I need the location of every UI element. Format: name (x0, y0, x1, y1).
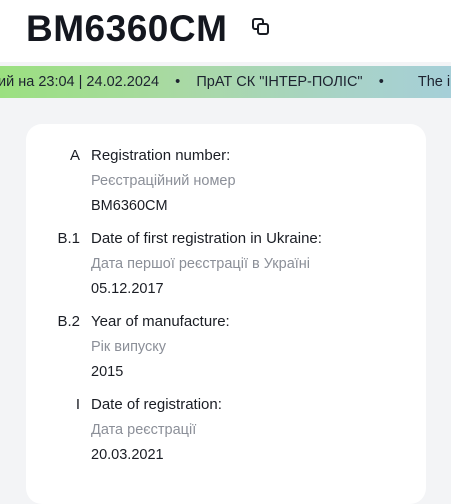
field-value: 2015 (91, 364, 124, 380)
ticker-item: The in (417, 74, 451, 90)
field-subtitle: Дата першої реєстрації в Україні (91, 256, 311, 272)
ticker-item: ий на 23:04 | 24.02.2024 (0, 74, 160, 90)
header: BM6360CM (0, 0, 451, 62)
registration-details-card: A Registration number: Реєстраційний ном… (26, 124, 426, 504)
field-title: Registration number: (91, 147, 231, 164)
ticker-track: ий на 23:04 | 24.02.2024 • ПрАТ СК "ІНТЕ… (0, 66, 451, 98)
field-subtitle: Реєстраційний номер (91, 173, 236, 189)
field-code: B.2 (57, 313, 80, 330)
field-subtitle: Рік випуску (91, 339, 167, 355)
field-code: B.1 (57, 230, 80, 247)
field-subtitle: Дата реєстрації (91, 422, 197, 438)
field-value: 05.12.2017 (91, 281, 164, 297)
news-ticker: ий на 23:04 | 24.02.2024 • ПрАТ СК "ІНТЕ… (0, 66, 451, 98)
field-value: 20.03.2021 (91, 447, 164, 463)
plate-number-title: BM6360CM (26, 8, 228, 49)
field-title: Date of registration: (91, 396, 222, 413)
field-code: I (75, 396, 80, 413)
field-value: BM6360CM (91, 198, 168, 214)
ticker-separator: • (175, 74, 181, 90)
field-code: A (69, 147, 80, 164)
ticker-item: ПрАТ СК "ІНТЕР-ПОЛІС" (196, 74, 363, 90)
field-title: Year of manufacture: (91, 313, 230, 330)
copy-icon[interactable] (251, 17, 271, 37)
ticker-separator: • (378, 74, 384, 90)
field-title: Date of first registration in Ukraine: (91, 230, 322, 247)
